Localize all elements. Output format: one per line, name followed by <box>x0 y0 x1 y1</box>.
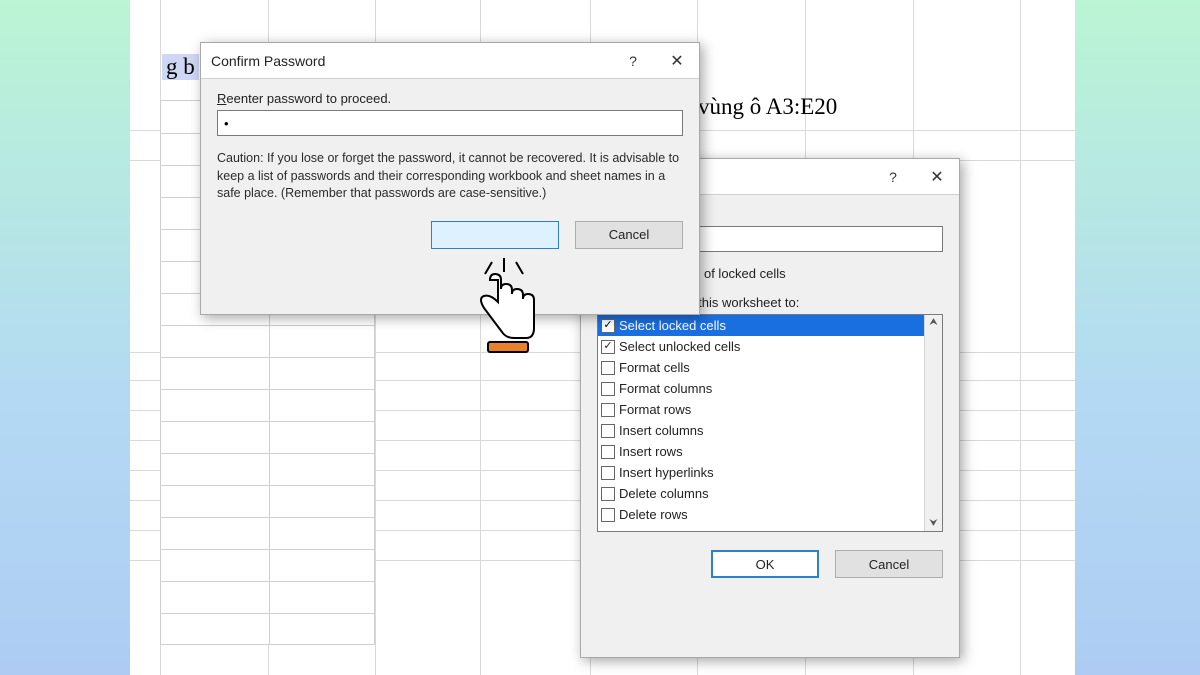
permission-label: Insert rows <box>619 444 683 459</box>
permission-checkbox[interactable]: ✓ <box>601 340 615 354</box>
protect-cancel-button[interactable]: Cancel <box>835 550 943 578</box>
permission-item[interactable]: Format columns <box>598 378 942 399</box>
permission-item[interactable]: Insert hyperlinks <box>598 462 942 483</box>
reenter-label: Reenter password to proceed. <box>217 91 683 106</box>
permission-checkbox[interactable] <box>601 445 615 459</box>
banner-text-right: vùng ô A3:E20 <box>698 94 837 120</box>
permission-label: Select locked cells <box>619 318 726 333</box>
permission-item[interactable]: Format cells <box>598 357 942 378</box>
scroll-down-icon[interactable]: ⮟ <box>929 518 938 529</box>
permission-label: Insert hyperlinks <box>619 465 714 480</box>
help-button[interactable]: ? <box>871 160 915 194</box>
permission-checkbox[interactable] <box>601 424 615 438</box>
scroll-up-icon[interactable]: ⮝ <box>929 317 938 328</box>
protect-ok-button[interactable]: OK <box>711 550 819 578</box>
permission-checkbox[interactable]: ✓ <box>601 319 615 333</box>
permission-label: Format cells <box>619 360 690 375</box>
confirm-password-input[interactable] <box>217 110 683 136</box>
permission-label: Delete columns <box>619 486 709 501</box>
permission-checkbox[interactable] <box>601 508 615 522</box>
permission-item[interactable]: Insert rows <box>598 441 942 462</box>
confirm-titlebar: Confirm Password ? ✕ <box>201 43 699 79</box>
permission-label: Select unlocked cells <box>619 339 740 354</box>
permission-item[interactable]: Format rows <box>598 399 942 420</box>
permission-item[interactable]: Delete rows <box>598 504 942 525</box>
permissions-scrollbar[interactable]: ⮝ ⮟ <box>924 315 942 531</box>
caution-text: Caution: If you lose or forget the passw… <box>217 150 683 203</box>
permission-item[interactable]: ✓ Select unlocked cells <box>598 336 942 357</box>
confirm-ok-button[interactable] <box>431 221 559 249</box>
permission-label: Format rows <box>619 402 691 417</box>
confirm-cancel-button[interactable]: Cancel <box>575 221 683 249</box>
close-button[interactable]: ✕ <box>655 44 699 78</box>
permission-item[interactable]: Delete columns <box>598 483 942 504</box>
permission-checkbox[interactable] <box>601 361 615 375</box>
help-button[interactable]: ? <box>611 44 655 78</box>
permission-label: Delete rows <box>619 507 688 522</box>
confirm-password-dialog: Confirm Password ? ✕ Reenter password to… <box>200 42 700 315</box>
permission-item[interactable]: Insert columns <box>598 420 942 441</box>
close-button[interactable]: ✕ <box>915 160 959 194</box>
permission-checkbox[interactable] <box>601 403 615 417</box>
confirm-title: Confirm Password <box>211 53 611 69</box>
banner-text-left: g b <box>162 54 199 80</box>
permission-checkbox[interactable] <box>601 382 615 396</box>
permissions-list[interactable]: ✓ Select locked cells ✓ Select unlocked cel… <box>597 314 943 532</box>
permission-label: Format columns <box>619 381 712 396</box>
permission-checkbox[interactable] <box>601 466 615 480</box>
permission-checkbox[interactable] <box>601 487 615 501</box>
permission-label: Insert columns <box>619 423 704 438</box>
permission-item[interactable]: ✓ Select locked cells <box>598 315 942 336</box>
